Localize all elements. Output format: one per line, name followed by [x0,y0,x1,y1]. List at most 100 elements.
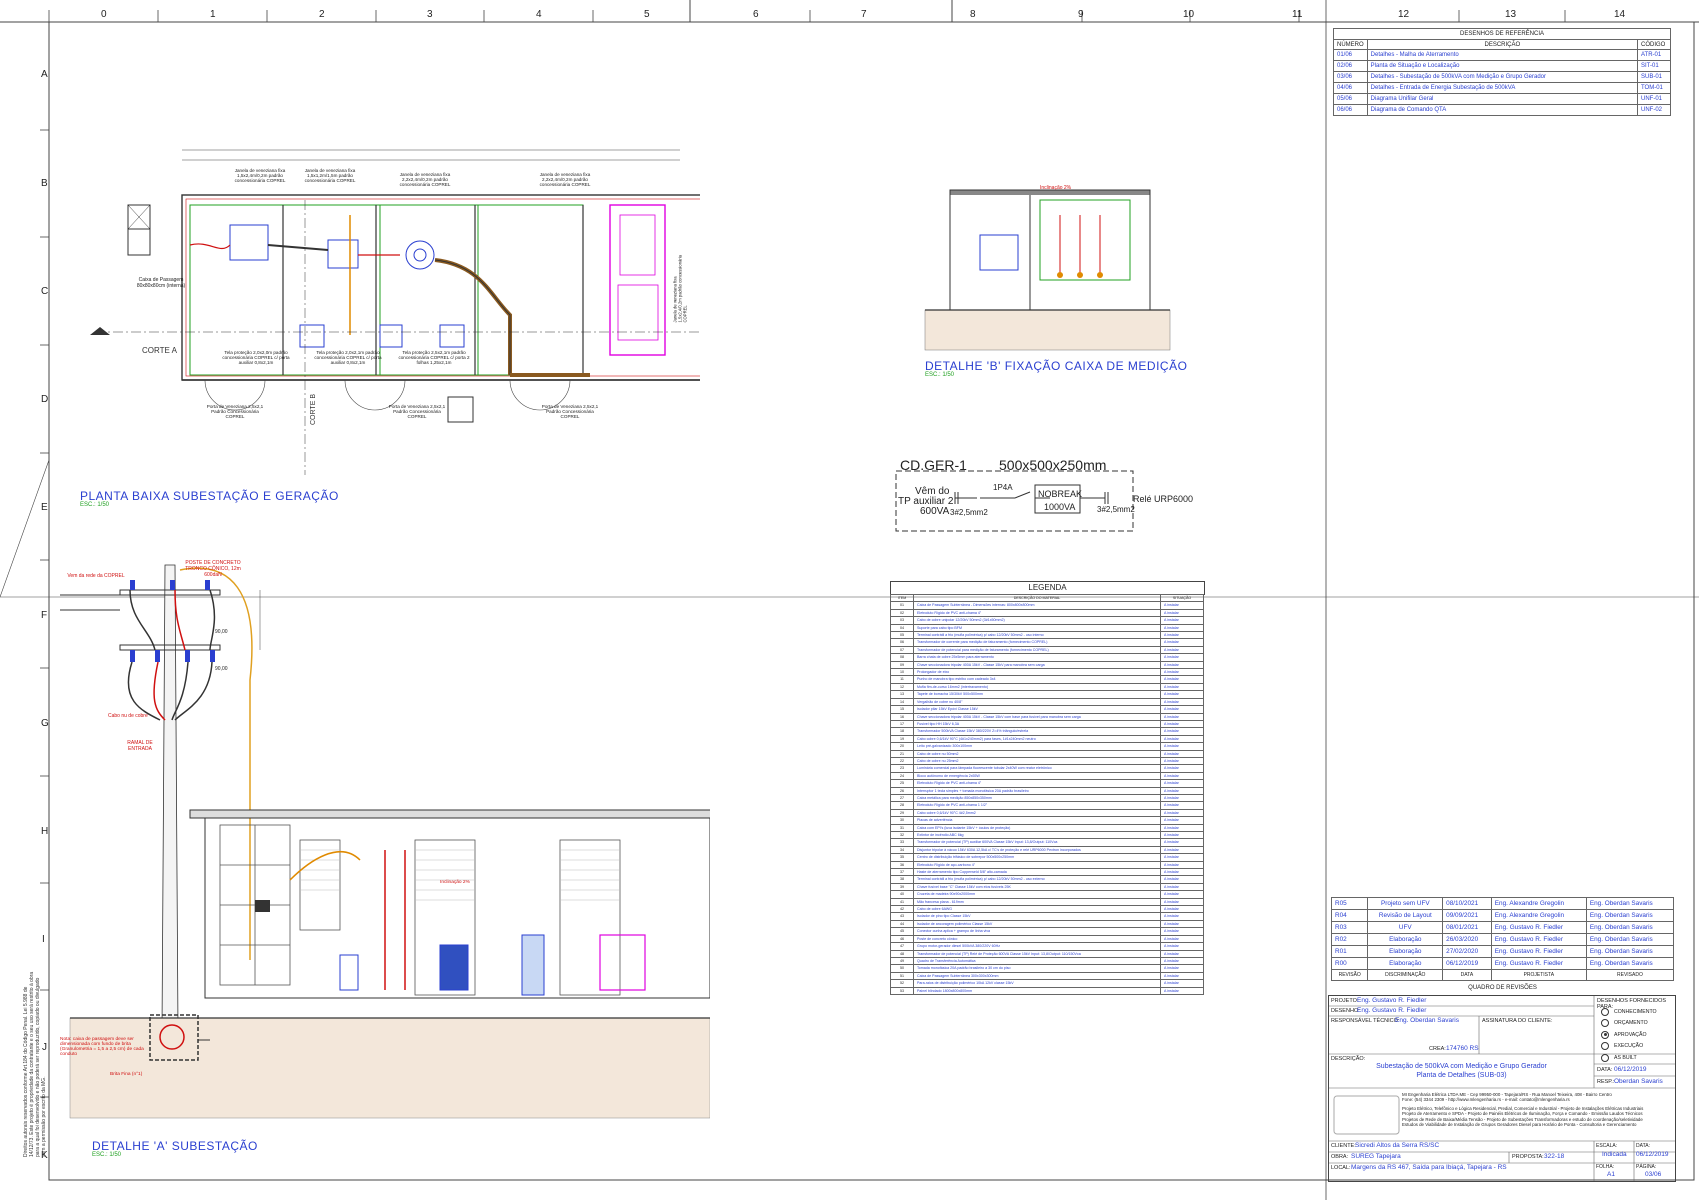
legend-row: 02 Eletroduto Rígido de PVC anti-chama 4"… [890,608,1204,618]
detail-a-scale: ESC.: 1/50 [92,1152,122,1158]
legend-status: A instalar [1160,971,1204,981]
cdger-size: 500x500x250mm [999,457,1107,473]
legend-item: 42 [890,905,914,914]
legend-row: 41 Mão francesa plana - 619mm A instalar [890,897,1204,907]
legend-row: 03 Cabo de cobre unipolar 12/20kV 50mm2 (… [890,616,1204,625]
legend-item: 36 [890,860,914,870]
reference-code: UNF-01 [1637,93,1671,105]
legend-row: 10 Prolongador de eixo A instalar [890,668,1204,677]
legend-row: 26 Interruptor 1 tecla simples + tomada m… [890,786,1204,795]
legend-status: A instalar [1160,645,1204,655]
legend-status: A instalar [1160,816,1204,825]
legend-item: 48 [890,949,914,958]
revision-description: Revisão de Layout [1367,909,1444,922]
legend-row: 22 Cabo de cobre nu 25mm2 A instalar [890,756,1204,766]
row-label: I [42,934,45,945]
legend-description: Chave fusível base "C" Classe 15kV com e… [913,882,1161,892]
legend-row: 07 Transformador de potencial para mediçã… [890,645,1204,655]
legend-item: 38 [890,875,914,884]
legend-row: 51 Caixa de Passagem Subterrânea 300x300x… [890,971,1204,981]
legend-item: 06 [890,638,914,647]
revision-header: DISCRIMINAÇÃO [1367,969,1444,981]
location-value: Margens da RS 467, Saída para Ibiaçá, Ta… [1351,1164,1507,1171]
revision-designer: Eng. Alexandre Gregolin [1490,897,1587,910]
legend-description: Tomada monofásica 20A padrão brasileiro … [913,964,1161,973]
legend-row: 35 Centro de distribuição trifásico de so… [890,853,1204,862]
legend-header-row: ITEM DESCRIÇÃO DO MATERIAL SITUAÇÃO [890,593,1204,603]
legend-description: Eletroduto Rígido de aço-carbono 4" [913,860,1161,870]
reference-header: CÓDIGO [1637,39,1671,50]
revisions-title: QUADRO DE REVISÕES [1468,985,1537,991]
reference-drawings-table: DESENHOS DE REFERÊNCIA NÚMERO DESCRIÇÃO … [1333,28,1671,116]
legend-description: Bloco autônomo de emergência 2x55W [913,771,1161,781]
legend-item: 15 [890,705,914,714]
cdger-nobreak: NOBREAK [1038,489,1083,499]
legend-status: A instalar [1160,853,1204,862]
legend-row: 36 Eletroduto Rígido de aço-carbono 4" A i… [890,860,1204,870]
legend-description: Eletroduto Rígido de PVC anti-chama 1 1/… [913,801,1161,810]
legend-description: Mufla fim-de-curso 16mm2 (intertravament… [913,682,1161,692]
legend-item: 05 [890,631,914,640]
revision-description: Elaboração [1367,957,1444,970]
legend-row: 34 Disjuntor tripolar à vácuo 15kV 630A 1… [890,845,1204,855]
company-service-line: Projeto de Aterramento e SPDA - Projeto … [1402,1111,1643,1117]
legend-row: 42 Cabo de cobre 6AWG A instalar [890,905,1204,914]
legend-description: Grupo motor-gerador diesel 500kVA 380/22… [913,942,1161,951]
reference-description: Detalhes - Subestação de 500kVA com Medi… [1366,71,1639,83]
legend-status: A instalar [1160,690,1204,699]
revision-id: R00 [1330,957,1369,970]
copyright-note: Direitos autorais reservados conforme Ar… [23,971,47,1157]
legend-description: Transformador de potencial para medição … [913,645,1161,655]
legend-description: Cabo de cobre nu 50mm2 [913,749,1161,758]
legend-row: 18 Transformador 500kVA Classe 15kV 380/2… [890,727,1204,736]
legend-item: 20 [890,742,914,751]
legend-row: 21 Cabo de cobre nu 50mm2 A instalar [890,749,1204,758]
reference-number: 05/06 [1333,93,1368,105]
legend-status: A instalar [1160,905,1204,914]
client-signature-label: ASSINATURA DO CLIENTE: [1482,1018,1553,1024]
col-label: 10 [1183,9,1195,20]
page-value: 03/06 [1645,1171,1662,1178]
legend-status: A instalar [1160,868,1204,877]
legend-description: Caixa de Passagem Subterrânea 300x300x30… [913,971,1161,981]
row-label: C [41,286,49,297]
company-service-line: Estudos de Viabilidade de Instalação de … [1402,1122,1637,1128]
legend-item: 14 [890,697,914,707]
reference-header: DESCRIÇÃO [1366,39,1639,50]
legend-item: 16 [890,712,914,721]
row-label: F [41,610,48,621]
legend-description: Barra chata de cobre 25x5mm para aterram… [913,653,1161,662]
issued-for-option-label: ORÇAMENTO [1614,1020,1648,1027]
legend-row: 48 Transformador de potencial (TP) Relé d… [890,949,1204,958]
legend-item: 09 [890,660,914,670]
legend-item: 01 [890,601,914,610]
legend-status: A instalar [1160,808,1204,818]
revision-reviewer: Eng. Oberdan Savaris [1585,933,1675,946]
legend-status: A instalar [1160,756,1204,766]
revision-reviewer: Eng. Oberdan Savaris [1585,909,1675,922]
proposal-value: 322-18 [1544,1153,1565,1160]
reference-title: DESENHOS DE REFERÊNCIA [1333,28,1671,40]
legend-item: 13 [890,690,914,699]
legend-status: A instalar [1160,631,1204,640]
revision-header: REVISADO [1585,969,1675,981]
reference-row: 05/06 Diagrama Unifilar Geral UNF-01 [1333,93,1671,105]
legend-title: LEGENDA [890,581,1205,595]
legend-status: A instalar [1160,934,1204,944]
scale-label: ESCALA: [1596,1143,1618,1149]
legend-description: Transformador de potencial (TP) auxiliar… [913,838,1161,847]
legend-item: 19 [890,734,914,744]
legend-description: Quadro de Transferência Automática [913,956,1161,966]
legend-row: 46 Poste de concreto cônico A instalar [890,934,1204,944]
row-label: B [41,178,48,189]
tech-resp-value: Eng. Oberdan Savaris [1395,1017,1459,1024]
revision-designer: Eng. Gustavo R. Fiedler [1490,957,1587,970]
reference-description: Detalhes - Entrada de Energia Subestação… [1366,82,1639,94]
legend-row: 39 Chave fusível base "C" Classe 15kV com… [890,882,1204,892]
legend-description: Mão francesa plana - 619mm [913,897,1161,907]
screen-label: Tela proteção 2,0x2,1m padrão concession… [314,350,382,365]
legend-item: 02 [890,608,914,618]
legend-description: Extintor de incêndio ABC 6kg [913,830,1161,840]
legend-item: 47 [890,942,914,951]
legend-status: A instalar [1160,742,1204,751]
